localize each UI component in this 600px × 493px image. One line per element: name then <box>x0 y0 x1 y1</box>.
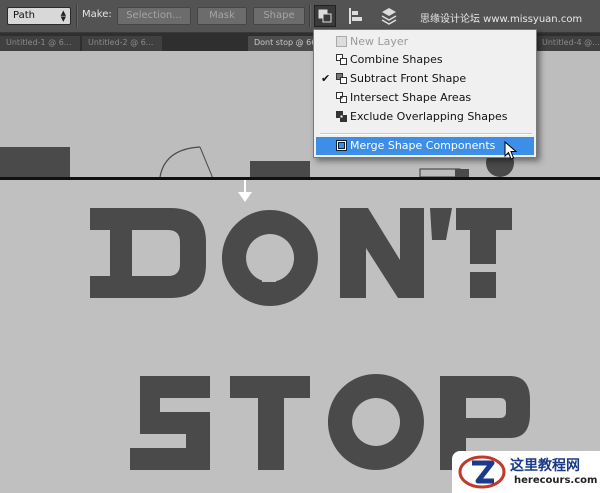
combine-shapes-icon <box>336 54 347 65</box>
path-alignment-button[interactable] <box>345 5 367 27</box>
site-logo: 这里教程网 herecours.com <box>452 451 600 493</box>
path-operations-menu: New Layer Combine Shapes ✔ Subtract Fron… <box>313 29 537 158</box>
menu-item-label: New Layer <box>350 35 409 48</box>
menu-item-new-layer[interactable]: New Layer <box>316 33 534 51</box>
menu-item-label: Subtract Front Shape <box>350 72 467 85</box>
divider <box>309 5 311 27</box>
exclude-overlapping-shapes-icon <box>336 111 347 122</box>
document-tab[interactable]: Untitled-4 @... <box>536 36 600 51</box>
menu-item-label: Combine Shapes <box>350 53 443 66</box>
mouse-cursor-icon <box>504 141 518 160</box>
menu-item-subtract-front-shape[interactable]: ✔ Subtract Front Shape <box>316 70 534 88</box>
menu-item-merge-shape-components[interactable]: Merge Shape Components <box>316 137 534 155</box>
menu-item-label: Merge Shape Components <box>350 139 496 152</box>
menu-separator <box>320 133 532 135</box>
menu-item-combine-shapes[interactable]: Combine Shapes <box>316 51 534 69</box>
make-mask-button[interactable]: Mask <box>197 7 247 25</box>
updown-arrow-icon: ▲ ▼ <box>60 9 66 23</box>
document-tab[interactable]: Untitled-2 @ 6... <box>82 36 162 51</box>
divider <box>76 5 78 27</box>
path-alignment-icon <box>349 8 362 24</box>
path-operations-icon <box>318 9 332 23</box>
checkmark-icon: ✔ <box>321 72 331 85</box>
intersect-shape-areas-icon <box>336 92 347 103</box>
document-tab[interactable]: Untitled-1 @ 6... <box>0 36 80 51</box>
path-arrangement-button[interactable] <box>378 5 400 27</box>
subtract-front-shape-icon <box>336 73 347 84</box>
make-shape-button[interactable]: Shape <box>253 7 305 25</box>
make-label: Make: <box>82 9 112 20</box>
make-selection-button[interactable]: Selection... <box>117 7 191 25</box>
menu-item-label: Exclude Overlapping Shapes <box>350 110 508 123</box>
menu-item-intersect-shape-areas[interactable]: Intersect Shape Areas <box>316 89 534 107</box>
logo-url: herecours.com <box>514 475 598 486</box>
merge-shape-components-icon <box>336 140 347 151</box>
tool-mode-select[interactable]: Path ▲ ▼ <box>7 7 71 25</box>
forum-watermark: 思缘设计论坛 www.missyuan.com <box>420 14 583 25</box>
menu-item-exclude-overlapping-shapes[interactable]: Exclude Overlapping Shapes <box>316 108 534 126</box>
tool-mode-value: Path <box>13 10 35 21</box>
logo-title: 这里教程网 <box>510 458 580 474</box>
menu-item-label: Intersect Shape Areas <box>350 91 472 104</box>
path-operations-button[interactable] <box>314 5 336 27</box>
z-logo-icon <box>458 455 506 489</box>
letters-after-artwork <box>90 180 530 471</box>
path-arrangement-icon <box>381 8 397 25</box>
new-layer-icon <box>336 36 347 47</box>
